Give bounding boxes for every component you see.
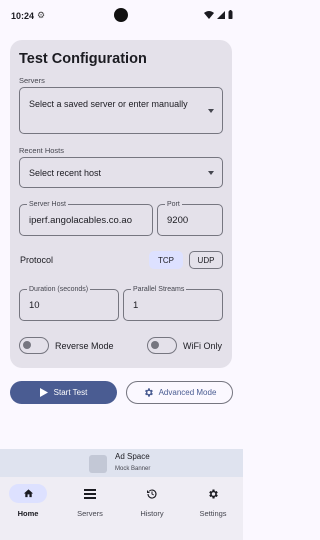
- camera-cutout: [114, 8, 128, 22]
- start-test-label: Start Test: [53, 388, 88, 397]
- nav-servers[interactable]: Servers: [64, 484, 116, 518]
- wifi-only-toggle[interactable]: [147, 337, 177, 354]
- start-test-button[interactable]: Start Test: [10, 381, 117, 404]
- home-icon: [23, 489, 33, 498]
- servers-dropdown[interactable]: Select a saved server or enter manually: [19, 87, 223, 134]
- chevron-down-icon: [208, 109, 214, 113]
- status-icons: [204, 10, 233, 19]
- status-bar: 10:24 ⚙: [0, 0, 243, 32]
- nav-history[interactable]: History: [126, 484, 178, 518]
- reverse-mode-label: Reverse Mode: [55, 341, 114, 351]
- reverse-mode-toggle[interactable]: [19, 337, 49, 354]
- recent-hosts-dropdown-text: Select recent host: [29, 168, 102, 178]
- protocol-tcp-chip[interactable]: TCP: [149, 251, 183, 269]
- status-time: 10:24: [11, 11, 35, 21]
- battery-icon: [228, 10, 233, 19]
- recent-hosts-dropdown[interactable]: Select recent host: [19, 157, 223, 188]
- protocol-udp-chip[interactable]: UDP: [189, 251, 223, 269]
- port-field[interactable]: Port 9200: [157, 200, 223, 236]
- advanced-mode-label: Advanced Mode: [158, 388, 217, 397]
- nav-history-label: History: [140, 509, 164, 518]
- status-settings-icon: ⚙: [37, 10, 46, 20]
- duration-field[interactable]: Duration (seconds) 10: [19, 285, 119, 321]
- nav-servers-label: Servers: [77, 509, 103, 518]
- server-host-field[interactable]: Server Host iperf.angolacables.co.ao: [19, 200, 153, 236]
- nav-home-label: Home: [17, 509, 39, 518]
- nav-settings[interactable]: Settings: [187, 484, 239, 518]
- duration-value: 10: [29, 299, 40, 311]
- server-host-value: iperf.angolacables.co.ao: [29, 214, 132, 226]
- parallel-streams-value: 1: [133, 299, 139, 311]
- nav-home-pill: [9, 484, 47, 503]
- nav-settings-pill: [194, 484, 232, 503]
- servers-label: Servers: [19, 76, 45, 85]
- ad-title: Ad Space: [115, 452, 150, 461]
- protocol-label: Protocol: [20, 255, 54, 265]
- nav-history-pill: [133, 484, 171, 503]
- nav-servers-pill: [71, 484, 109, 503]
- wifi-only-label: WiFi Only: [183, 341, 222, 351]
- page-title: Test Configuration: [19, 51, 147, 67]
- history-icon: [147, 488, 157, 499]
- toggle-knob: [151, 341, 159, 349]
- gear-icon: [144, 388, 153, 397]
- nav-settings-label: Settings: [199, 509, 227, 518]
- advanced-mode-button[interactable]: Advanced Mode: [126, 381, 233, 404]
- gear-icon: [209, 489, 218, 498]
- signal-icon: [217, 10, 225, 19]
- parallel-streams-field[interactable]: Parallel Streams 1: [123, 285, 223, 321]
- play-icon: [39, 388, 48, 397]
- recent-hosts-label: Recent Hosts: [19, 146, 65, 155]
- ad-image: [89, 455, 107, 473]
- servers-dropdown-text: Select a saved server or enter manually: [29, 99, 188, 109]
- list-icon: [84, 488, 96, 499]
- wifi-icon: [204, 10, 214, 19]
- ad-subtitle: Mock Banner: [115, 466, 151, 472]
- nav-home[interactable]: Home: [2, 484, 54, 518]
- port-value: 9200: [167, 214, 189, 226]
- toggle-knob: [23, 341, 31, 349]
- chevron-down-icon: [208, 171, 214, 175]
